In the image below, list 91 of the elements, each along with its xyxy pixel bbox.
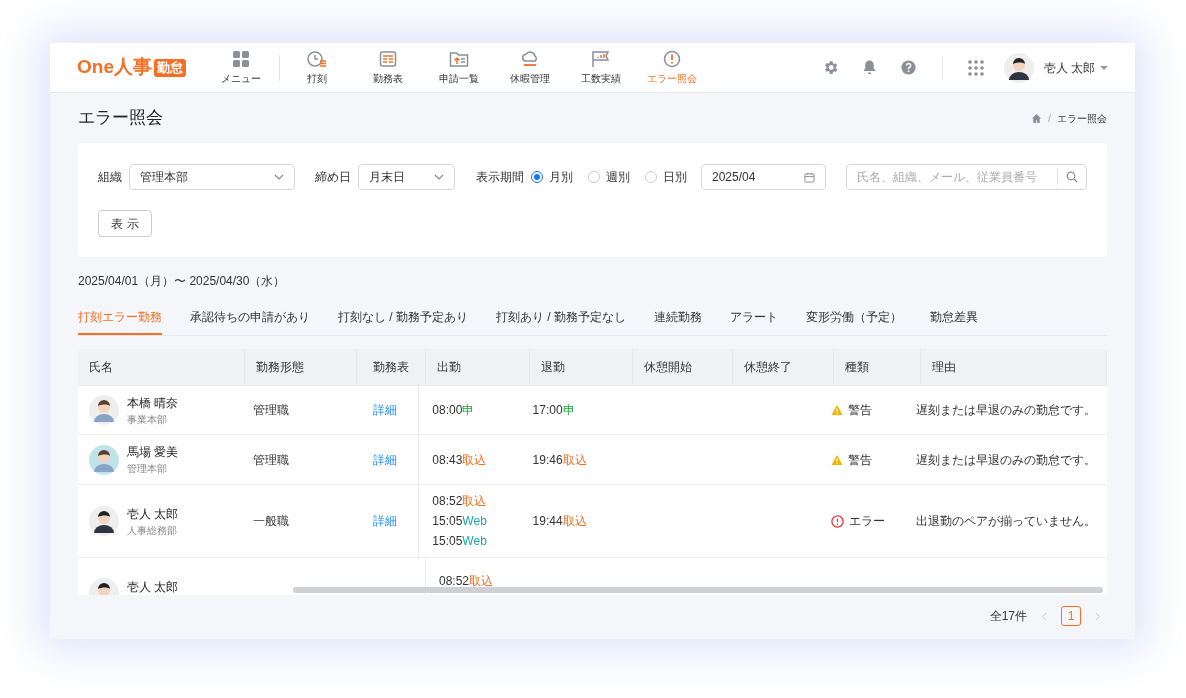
date-range: 2025/04/01（月）〜 2025/04/30（水） [78,273,287,290]
scrollbar[interactable] [293,587,1103,593]
department: 人事総務部 [127,523,178,538]
period-radio[interactable]: 日別 [645,168,687,186]
chevron-icon [434,174,444,180]
flag-chart-icon [591,49,612,68]
tab[interactable]: 勤怠差異 [930,308,979,335]
punch-time: 19:46取込 [532,451,587,469]
punch-time: 15:05Web [432,513,487,530]
column-header: 勤務表 [373,359,409,376]
nav-item[interactable]: 勤務表 [352,49,424,86]
nav-item[interactable]: 休暇管理 [494,49,566,86]
clock-icon [307,49,328,68]
tab[interactable]: 変形労働（予定） [806,308,903,335]
column-header: 退勤 [541,359,565,376]
tab[interactable]: アラート [730,308,779,335]
caret-icon[interactable] [1100,64,1108,71]
employee-name: 馬場 愛美 [127,444,179,461]
warning-icon [831,404,844,416]
calendar-icon [804,171,816,183]
total-count: 全17件 [989,608,1027,625]
reason: 遅刻または早退のみの勤怠です。 [916,451,1096,469]
detail-link[interactable]: 詳細 [373,450,398,469]
field-label: 表示期間 [476,169,524,186]
department: 事業本部 [127,412,168,427]
tab[interactable]: 打刻なし / 勤務予定あり [338,308,468,335]
chevron-icon [274,174,285,180]
column-header: 種類 [845,359,869,376]
sheet-icon [379,49,398,68]
work-type: 一般職 [252,513,289,530]
employee-name: 壱人 太郎 [127,579,179,595]
punch-time: 08:52取込 [432,493,487,510]
month-field[interactable]: 2025/04 [701,164,827,190]
alert-icon [663,49,682,68]
home-icon[interactable] [1030,112,1042,124]
column-header: 休憩終了 [744,359,792,376]
warning-icon [831,453,844,466]
grid-icon [232,49,251,68]
work-type: 管理職 [252,451,289,469]
tab[interactable]: 連続勤務 [654,308,703,335]
detail-link[interactable]: 詳細 [373,401,398,419]
nav-item[interactable]: 打刻 [281,49,353,86]
avatar-icon [1003,52,1034,83]
column-header: 休憩開始 [644,359,692,376]
avatar-icon [89,506,119,536]
search-icon[interactable] [1066,171,1078,183]
reason: 遅刻または早退のみの勤怠です。 [916,402,1096,419]
logo-badge: 勤怠 [153,58,186,77]
logo-text: One人事 [77,55,152,80]
tab[interactable]: 承認待ちの申請があり [190,308,310,335]
reason: 出退勤のペアが揃っていません。 [916,513,1096,530]
detail-link[interactable]: 詳細 [373,512,398,530]
field-label: 組織 [98,169,122,186]
nav-item[interactable]: 工数実績 [565,49,637,86]
show-button[interactable]: 表 示 [98,210,152,237]
punch-time: 17:00申 [532,402,575,419]
apps-icon[interactable] [967,59,984,76]
avatar-icon [89,395,119,425]
user-name[interactable]: 壱人 太郎 [1043,58,1095,77]
error-icon [831,514,845,528]
column-header: 氏名 [89,359,113,376]
organization-select[interactable]: 管理本部 [129,164,296,190]
punch-time: 08:43取込 [432,451,487,469]
column-header: 勤務形態 [256,359,304,376]
punch-time: 15:05Web [432,533,487,550]
department: 管理本部 [127,462,168,476]
column-header: 出勤 [437,359,461,376]
nav-item[interactable]: 申請一覧 [423,49,495,86]
folder-upload-icon [449,49,470,68]
help-icon[interactable] [899,59,917,76]
breadcrumb-separator: / [1047,110,1051,126]
type-label: 警告 [848,402,873,419]
page-title: エラー照会 [78,107,163,130]
column-header: 理由 [932,359,956,376]
punch-time: 08:00申 [432,402,475,419]
search-field[interactable]: 氏名、組織、メール、従業員番号 [846,164,1087,190]
punch-time: 08:52取込 [439,573,494,590]
period-radio[interactable]: 週別 [588,168,630,186]
field-label: 締め日 [315,169,352,186]
employee-name: 本橋 晴奈 [127,394,179,412]
type-label: 警告 [848,451,873,469]
punch-time: 19:44取込 [532,513,587,530]
work-type: 管理職 [252,402,289,419]
period-radio[interactable]: 月別 [531,168,573,186]
tab[interactable]: 打刻あり / 勤務予定なし [496,308,627,335]
nav-item[interactable]: メニュー [205,49,277,86]
closing-day-select[interactable]: 月末日 [358,164,455,190]
employee-name: 壱人 太郎 [127,505,179,523]
type-label: エラー [849,513,886,530]
breadcrumb-item: エラー照会 [1057,111,1107,126]
avatar-icon [89,444,119,475]
